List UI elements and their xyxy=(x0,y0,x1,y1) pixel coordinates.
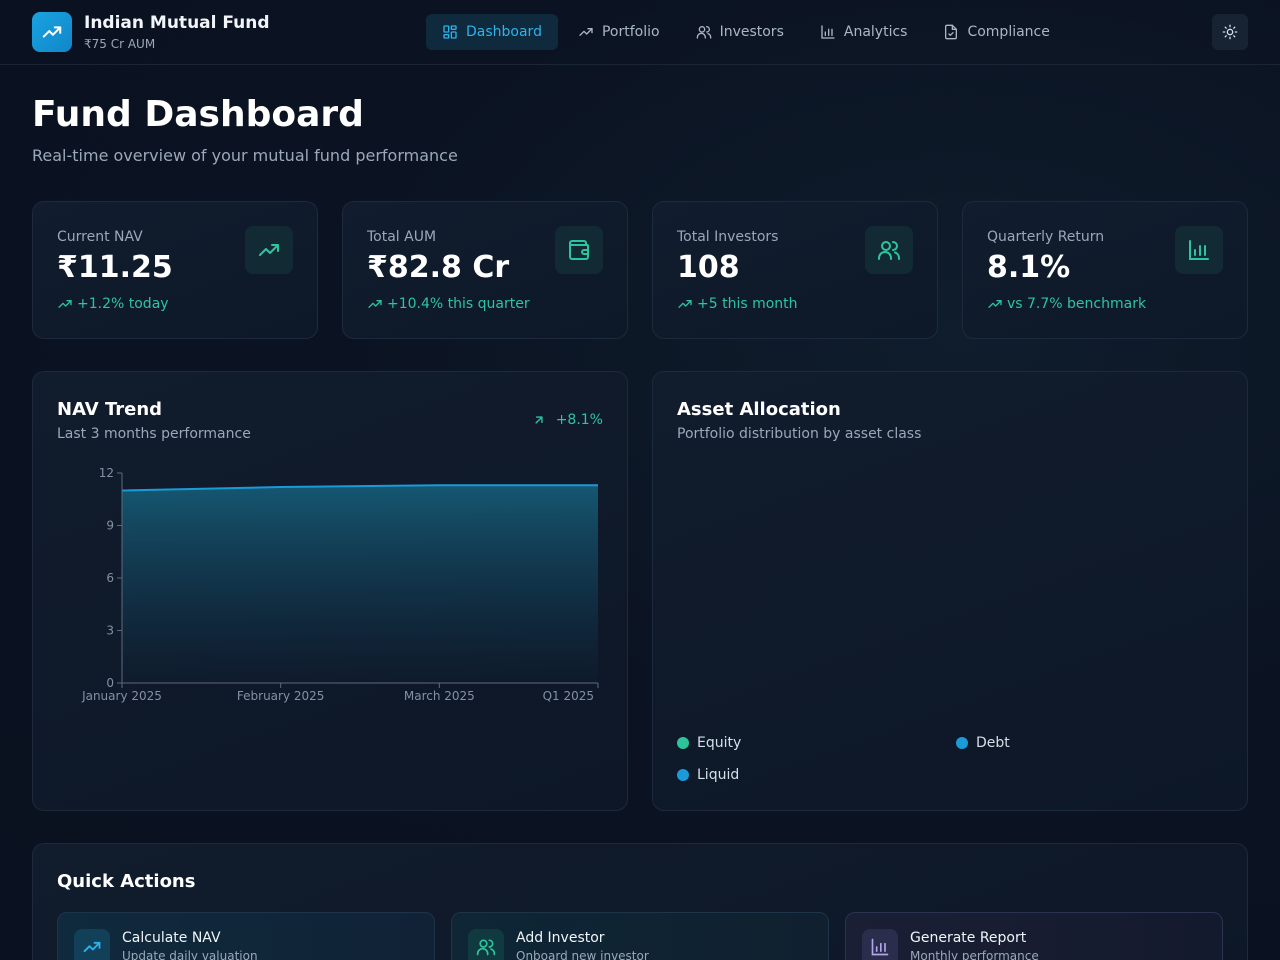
file-check-icon xyxy=(945,24,958,40)
stat-card-investors: Total Investors 108 +5 this month xyxy=(652,201,938,339)
theme-toggle-button[interactable] xyxy=(1212,14,1248,50)
legend-item-debt: Debt xyxy=(956,735,1010,751)
trending-up-icon xyxy=(74,929,110,960)
bar-chart-icon xyxy=(821,25,835,39)
stat-trend-text: +10.4% this quarter xyxy=(387,296,530,312)
action-label: Calculate NAV xyxy=(122,930,221,946)
panel-subtitle: Portfolio distribution by asset class xyxy=(677,426,922,442)
action-description: Update daily valuation xyxy=(122,949,258,960)
stat-card-aum: Total AUM ₹82.8 Cr +10.4% this quarter xyxy=(342,201,628,339)
y-tick-label: 6 xyxy=(106,571,114,585)
action-label: Add Investor xyxy=(516,930,605,946)
stat-label: Total AUM xyxy=(367,229,437,245)
stat-trend: +5 this month xyxy=(677,296,798,312)
trending-up-icon xyxy=(32,12,72,52)
brand-aum: ₹75 Cr AUM xyxy=(84,37,156,51)
nav-area xyxy=(122,485,598,683)
users-icon xyxy=(865,226,913,274)
trending-up-icon xyxy=(579,27,593,36)
stat-value: ₹82.8 Cr xyxy=(367,250,510,285)
trending-up-icon xyxy=(368,300,382,308)
nav-compliance-label: Compliance xyxy=(967,24,1050,40)
stat-value: 108 xyxy=(677,250,740,285)
add-investor-button[interactable]: Add Investor Onboard new investor xyxy=(451,912,829,960)
nav-dashboard-label: Dashboard xyxy=(466,24,542,40)
stat-trend-text: +5 this month xyxy=(697,296,798,312)
y-tick-label: 0 xyxy=(106,676,114,690)
legend-dot xyxy=(677,737,689,749)
stat-trend: +1.2% today xyxy=(57,296,169,312)
legend-label: Equity xyxy=(697,735,742,751)
trending-up-icon xyxy=(988,300,1002,308)
stat-label: Current NAV xyxy=(57,229,143,245)
y-tick-label: 12 xyxy=(99,466,114,480)
nav-portfolio[interactable]: Portfolio xyxy=(562,14,676,50)
legend-dot xyxy=(956,737,968,749)
stat-value: 8.1% xyxy=(987,250,1071,285)
nav-portfolio-label: Portfolio xyxy=(601,24,660,40)
trending-up-icon xyxy=(245,226,293,274)
brand-name: Indian Mutual Fund xyxy=(84,13,270,33)
action-description: Monthly performance xyxy=(910,949,1039,960)
page-title: Fund Dashboard xyxy=(32,94,364,135)
stat-trend: +10.4% this quarter xyxy=(367,296,530,312)
action-label: Generate Report xyxy=(910,930,1027,946)
legend-label: Liquid xyxy=(697,767,740,783)
nav-analytics[interactable]: Analytics xyxy=(804,14,924,50)
stat-trend-text: vs 7.7% benchmark xyxy=(1007,296,1147,312)
sun-icon xyxy=(1222,24,1238,40)
legend-dot xyxy=(677,769,689,781)
legend-item-liquid: Liquid xyxy=(677,767,739,783)
trending-up-icon xyxy=(678,300,692,308)
x-tick-label: Q1 2025 xyxy=(543,689,594,703)
page-subtitle: Real-time overview of your mutual fund p… xyxy=(32,146,458,165)
calculate-nav-button[interactable]: Calculate NAV Update daily valuation xyxy=(57,912,435,960)
stat-trend: vs 7.7% benchmark xyxy=(987,296,1146,312)
wallet-icon xyxy=(555,226,603,274)
action-description: Onboard new investor xyxy=(516,949,649,960)
x-tick-label: March 2025 xyxy=(404,689,475,703)
asset-allocation-panel: Asset Allocation Portfolio distribution … xyxy=(652,371,1248,811)
stat-trend-text: +1.2% today xyxy=(77,296,169,312)
trending-up-icon xyxy=(58,300,72,308)
nav-investors-label: Investors xyxy=(719,24,784,40)
quick-actions-panel: Quick Actions Calculate NAV Update daily… xyxy=(32,843,1248,960)
top-navigation-bar: Indian Mutual Fund ₹75 Cr AUM Dashboard … xyxy=(0,0,1280,65)
bar-chart-icon xyxy=(1175,226,1223,274)
nav-trend-chart: 0 3 6 9 12 January 2025 February 2025 March 202… xyxy=(81,466,599,703)
panel-title: Asset Allocation xyxy=(677,399,841,420)
nav-trend-panel: NAV Trend Last 3 months performance +8.1… xyxy=(32,371,628,811)
main-nav: Dashboard Portfolio Investors Analytics … xyxy=(426,14,1070,50)
y-tick-label: 9 xyxy=(106,519,114,533)
y-tick-label: 3 xyxy=(106,624,114,638)
legend-item-equity: Equity xyxy=(677,735,741,751)
stat-value: ₹11.25 xyxy=(57,250,173,285)
nav-investors[interactable]: Investors xyxy=(680,14,800,50)
x-tick-label: January 2025 xyxy=(81,689,162,703)
users-icon xyxy=(468,929,504,960)
users-icon xyxy=(696,26,711,39)
legend-label: Debt xyxy=(976,735,1010,751)
generate-report-button[interactable]: Generate Report Monthly performance xyxy=(845,912,1223,960)
stat-card-return: Quarterly Return 8.1% vs 7.7% benchmark xyxy=(962,201,1248,339)
stat-label: Total Investors xyxy=(677,229,779,245)
nav-dashboard[interactable]: Dashboard xyxy=(426,14,558,50)
stat-card-nav: Current NAV ₹11.25 +1.2% today xyxy=(32,201,318,339)
grid-icon xyxy=(443,25,457,39)
nav-analytics-label: Analytics xyxy=(843,24,908,40)
nav-compliance[interactable]: Compliance xyxy=(927,14,1065,50)
brand[interactable]: Indian Mutual Fund ₹75 Cr AUM xyxy=(32,12,270,52)
bar-chart-icon xyxy=(862,929,898,960)
quick-actions-title: Quick Actions xyxy=(57,871,196,892)
stat-label: Quarterly Return xyxy=(987,229,1105,245)
x-tick-label: February 2025 xyxy=(237,689,325,703)
